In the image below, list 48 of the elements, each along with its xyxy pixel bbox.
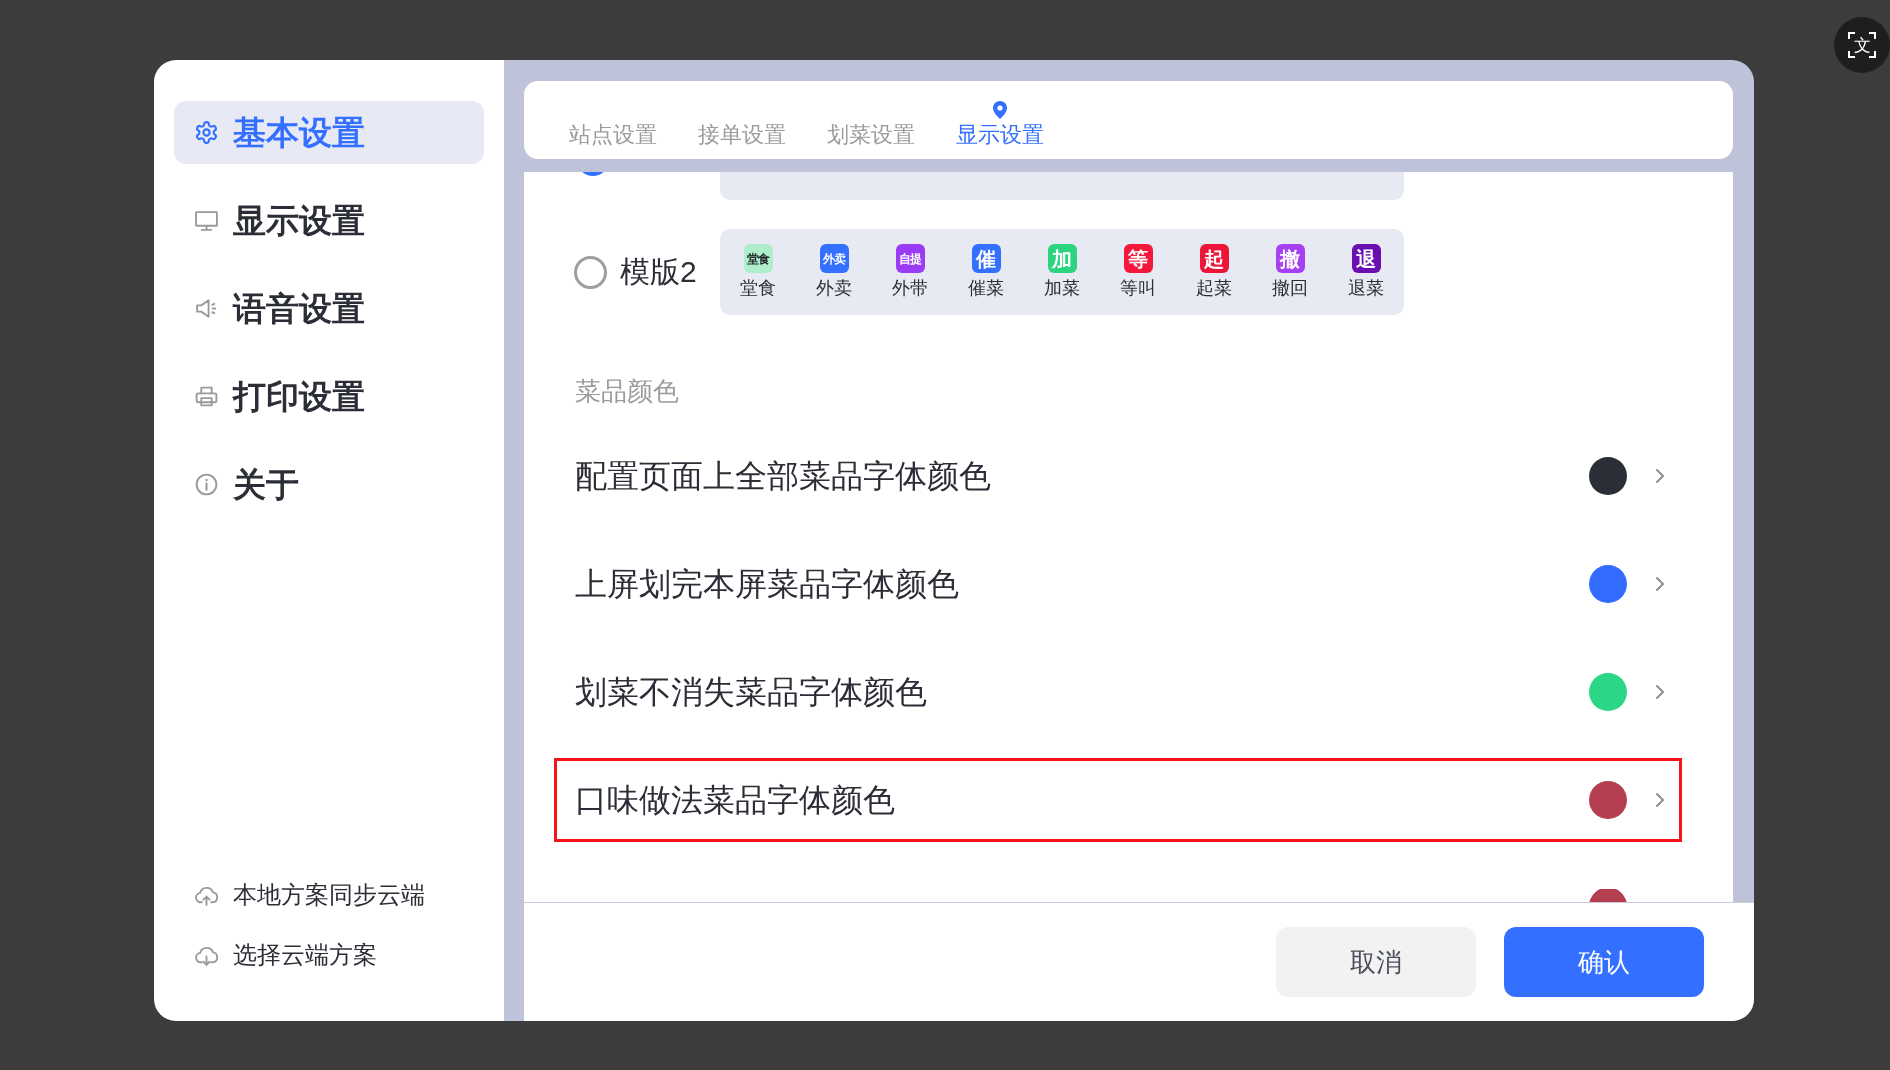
order-type-badge: 外卖 — [819, 244, 849, 273]
badge-label: 催菜 — [968, 277, 1004, 299]
template-name: 模版2 — [620, 254, 697, 290]
order-type-badge: 催 — [971, 244, 1001, 273]
chevron-right-icon — [1655, 684, 1665, 700]
order-type-badge: 自提 — [895, 244, 925, 273]
confirm-button[interactable]: 确认 — [1504, 927, 1704, 997]
chevron-right-icon — [1655, 576, 1665, 592]
printer-icon — [194, 384, 219, 409]
cloud-action-link[interactable]: 选择云端方案 — [174, 935, 484, 975]
order-type-badge: 堂食 — [743, 244, 773, 273]
info-icon — [194, 472, 219, 497]
radio-button[interactable] — [582, 172, 604, 176]
badge-label: 起菜 — [1196, 277, 1232, 299]
scan-frame-icon — [1848, 32, 1876, 58]
translate-button[interactable]: 文 — [1834, 17, 1890, 73]
order-type-badge: 退 — [1351, 244, 1381, 273]
cloud-action-link[interactable]: 本地方案同步云端 — [174, 875, 484, 915]
color-setting-row[interactable]: 上屏划完本屏菜品字体颜色 — [554, 542, 1682, 626]
chevron-right-icon — [1655, 468, 1665, 484]
sidebar-item[interactable]: 关于 — [174, 453, 484, 516]
badge-label: 堂食 — [740, 277, 776, 299]
sidebar-item[interactable]: 基本设置 — [174, 101, 484, 164]
sidebar-item[interactable]: 打印设置 — [174, 365, 484, 428]
chevron-right-icon — [1655, 792, 1665, 808]
sidebar-item[interactable]: 显示设置 — [174, 189, 484, 252]
radio-button[interactable] — [574, 255, 607, 289]
cancel-button[interactable]: 取消 — [1276, 927, 1476, 997]
color-setting-row[interactable]: 配置页面上全部菜品字体颜色 — [554, 434, 1682, 518]
sidebar-item[interactable]: 语音设置 — [174, 277, 484, 340]
order-type-badge: 加 — [1047, 244, 1077, 273]
speaker-icon — [194, 296, 219, 321]
tab[interactable]: 显示设置 — [956, 101, 1044, 149]
gear-icon — [194, 120, 219, 145]
badge-label: 退菜 — [1348, 277, 1384, 299]
location-pin-icon — [993, 101, 1007, 119]
color-setting-row[interactable]: 口味做法菜品字体颜色 — [554, 758, 1682, 842]
badge-label: 撤回 — [1272, 277, 1308, 299]
order-type-badge: 撤 — [1275, 244, 1305, 273]
badge-label: 加菜 — [1044, 277, 1080, 299]
badge-label: 等叫 — [1120, 277, 1156, 299]
color-setting-row[interactable]: 划菜不消失菜品字体颜色 — [554, 650, 1682, 734]
badge-label: 外带 — [892, 277, 928, 299]
monitor-icon — [194, 208, 219, 233]
order-type-badge: 等 — [1123, 244, 1153, 273]
section-title: 菜品颜色 — [575, 376, 679, 406]
badge-label: 外卖 — [816, 277, 852, 299]
order-type-badge: 起 — [1199, 244, 1229, 273]
